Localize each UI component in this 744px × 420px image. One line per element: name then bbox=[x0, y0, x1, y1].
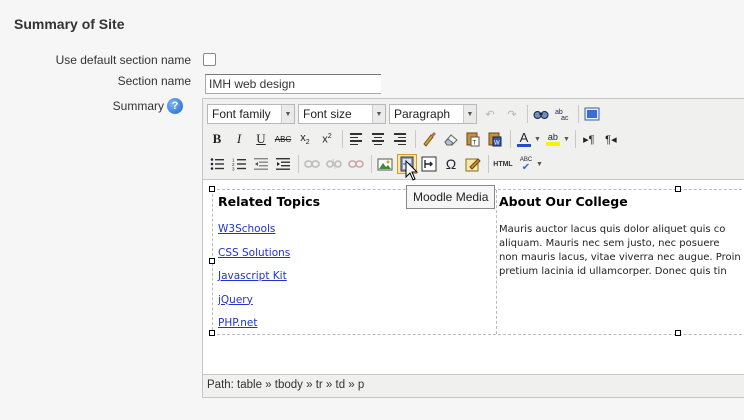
format-select[interactable]: Paragraph ▼ bbox=[389, 104, 477, 124]
resize-handle[interactable] bbox=[209, 186, 215, 192]
link-php-net[interactable]: PHP.net bbox=[218, 317, 493, 329]
paragraph-line: pretium lacinia id ullamcorper. Donec qu… bbox=[499, 266, 727, 277]
strikethrough-button[interactable]: ABC bbox=[273, 129, 293, 149]
chevron-down-icon[interactable]: ▼ bbox=[536, 161, 543, 168]
svg-text:ac: ac bbox=[561, 115, 569, 121]
highlight-icon[interactable]: ab bbox=[543, 129, 563, 149]
paragraph-line: non mauris lacus, vitae viverra nec augu… bbox=[499, 252, 741, 263]
resize-handle[interactable] bbox=[675, 186, 681, 192]
find-icon[interactable] bbox=[531, 104, 551, 124]
about-college-paragraph: Mauris auctor lacus quis dolor aliquet q… bbox=[499, 223, 744, 279]
font-size-select[interactable]: Font size ▼ bbox=[298, 104, 386, 124]
chevron-down-icon[interactable]: ▼ bbox=[563, 136, 570, 143]
spellcheck-icon[interactable]: ABC ✔ bbox=[516, 154, 536, 174]
page-title: Summary of Site bbox=[14, 16, 125, 32]
paragraph-line: aliquam. Mauris nec sem justo, nec posue… bbox=[499, 238, 720, 249]
underline-button[interactable]: U bbox=[251, 129, 271, 149]
format-label: Paragraph bbox=[394, 107, 451, 121]
mouse-cursor-icon bbox=[405, 160, 419, 181]
italic-button[interactable]: I bbox=[229, 129, 249, 149]
resize-handle[interactable] bbox=[675, 330, 681, 336]
svg-text:T: T bbox=[473, 141, 477, 147]
help-icon[interactable]: ? bbox=[167, 98, 183, 114]
toolbar-separator bbox=[415, 130, 416, 148]
fullscreen-icon[interactable] bbox=[582, 104, 602, 124]
link-icon[interactable] bbox=[302, 154, 322, 174]
toolbar-separator bbox=[342, 130, 343, 148]
paste-text-icon[interactable]: T bbox=[463, 129, 483, 149]
toolbar-separator bbox=[527, 105, 528, 123]
replace-icon[interactable]: ab ac bbox=[553, 104, 573, 124]
resize-handle[interactable] bbox=[209, 330, 215, 336]
bullet-list-icon[interactable] bbox=[207, 154, 227, 174]
eraser-icon[interactable] bbox=[441, 129, 461, 149]
toolbar-separator bbox=[578, 105, 579, 123]
chevron-down-icon[interactable]: ▼ bbox=[534, 136, 541, 143]
toolbar-separator bbox=[574, 130, 576, 148]
toolbar-separator bbox=[371, 155, 372, 173]
font-family-label: Font family bbox=[212, 107, 271, 121]
rtl-icon[interactable]: ¶◂ bbox=[601, 129, 621, 149]
anchor-icon[interactable] bbox=[346, 154, 366, 174]
paste-word-icon[interactable]: W bbox=[485, 129, 505, 149]
superscript-button[interactable]: x2 bbox=[317, 129, 337, 149]
link-css-solutions[interactable]: CSS Solutions bbox=[218, 247, 493, 259]
toolbar-row-1: Font family ▼ Font size ▼ Paragraph ▼ ↶ … bbox=[207, 102, 604, 126]
undo-icon[interactable]: ↶ bbox=[480, 104, 500, 124]
link-jquery[interactable]: jQuery bbox=[218, 294, 493, 306]
column-divider bbox=[496, 190, 497, 334]
toolbar-separator bbox=[298, 155, 299, 173]
align-center-icon[interactable] bbox=[368, 129, 388, 149]
html-source-button[interactable]: HTML bbox=[492, 154, 514, 174]
align-left-icon[interactable] bbox=[346, 129, 366, 149]
editor-toolbar: Font family ▼ Font size ▼ Paragraph ▼ ↶ … bbox=[203, 99, 744, 179]
section-name-input[interactable] bbox=[205, 74, 381, 94]
chevron-down-icon: ▼ bbox=[372, 105, 385, 123]
toolbar-row-2: B I U ABC x2 x2 T W A ▼ ab ▼ ▸¶ ¶◂ bbox=[207, 127, 623, 151]
ltr-icon[interactable]: ▸¶ bbox=[579, 129, 599, 149]
svg-text:W: W bbox=[494, 141, 500, 147]
align-right-icon[interactable] bbox=[390, 129, 410, 149]
indent-icon[interactable] bbox=[273, 154, 293, 174]
section-name-label: Section name bbox=[117, 74, 191, 88]
related-topics-cell[interactable]: Related Topics W3Schools CSS Solutions J… bbox=[218, 194, 493, 341]
toolbar-row-3: 123 Ω HTML ABC ✔ ▼ bbox=[207, 152, 545, 176]
font-size-label: Font size bbox=[303, 107, 352, 121]
moodle-nolink-icon[interactable] bbox=[463, 154, 483, 174]
content-table[interactable]: Related Topics W3Schools CSS Solutions J… bbox=[212, 189, 744, 335]
bold-button[interactable]: B bbox=[207, 129, 227, 149]
about-college-cell[interactable]: About Our College Mauris auctor lacus qu… bbox=[499, 194, 744, 279]
subscript-button[interactable]: x2 bbox=[295, 129, 315, 149]
chevron-down-icon: ▼ bbox=[463, 105, 476, 123]
font-family-select[interactable]: Font family ▼ bbox=[207, 104, 295, 124]
cleanup-icon[interactable] bbox=[419, 129, 439, 149]
numbered-list-icon[interactable]: 123 bbox=[229, 154, 249, 174]
chevron-down-icon: ▼ bbox=[281, 105, 294, 123]
font-color-icon[interactable]: A bbox=[514, 129, 534, 149]
special-char-icon[interactable]: Ω bbox=[441, 154, 461, 174]
toolbar-separator bbox=[488, 155, 489, 173]
outdent-icon[interactable] bbox=[251, 154, 271, 174]
element-path: Path: table » tbody » tr » td » p bbox=[207, 379, 365, 391]
link-w3schools[interactable]: W3Schools bbox=[218, 223, 493, 235]
summary-label: Summary bbox=[112, 99, 164, 113]
default-section-checkbox[interactable] bbox=[203, 53, 216, 66]
tooltip-moodle-media: Moodle Media bbox=[406, 185, 496, 209]
rich-text-editor: Font family ▼ Font size ▼ Paragraph ▼ ↶ … bbox=[202, 98, 744, 398]
about-college-heading: About Our College bbox=[499, 194, 628, 209]
toolbar-separator bbox=[510, 130, 511, 148]
paragraph-line: Mauris auctor lacus quis dolor aliquet q… bbox=[499, 224, 726, 235]
image-icon[interactable] bbox=[375, 154, 395, 174]
redo-icon[interactable]: ↷ bbox=[502, 104, 522, 124]
unlink-icon[interactable] bbox=[324, 154, 344, 174]
nonbreaking-icon[interactable] bbox=[419, 154, 439, 174]
default-section-label: Use default section name bbox=[55, 53, 191, 67]
svg-text:3: 3 bbox=[232, 167, 235, 172]
resize-handle[interactable] bbox=[209, 258, 215, 264]
editor-statusbar: Path: table » tbody » tr » td » p bbox=[203, 375, 744, 397]
link-javascript-kit[interactable]: Javascript Kit bbox=[218, 270, 493, 282]
